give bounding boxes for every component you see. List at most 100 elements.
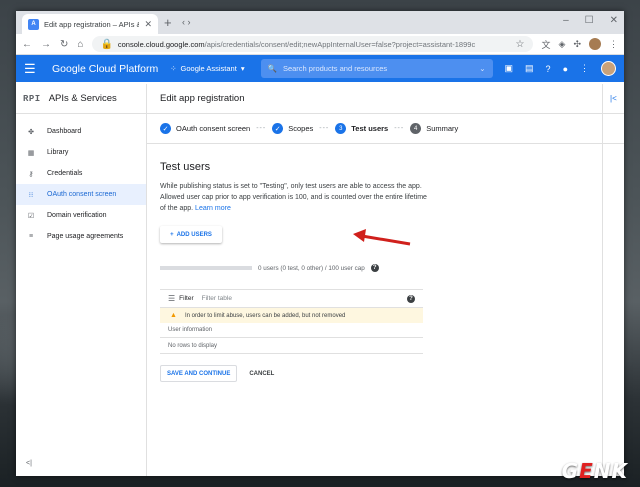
plus-icon: + bbox=[170, 231, 174, 238]
api-favicon-icon: A bbox=[28, 18, 39, 30]
check-icon: ✓ bbox=[272, 123, 284, 134]
url-text: console.cloud.google.com/apis/credential… bbox=[118, 40, 511, 49]
sidebar-item-label: Library bbox=[47, 149, 69, 156]
watermark-suffix: NK bbox=[593, 459, 628, 483]
add-users-button[interactable]: + ADD USERS bbox=[160, 226, 222, 243]
dashboard-icon: ✤ bbox=[28, 128, 34, 136]
step-number: 3 bbox=[335, 123, 347, 134]
menu-dots-icon[interactable]: ⋮ bbox=[609, 39, 618, 50]
window-controls: – ☐ ✕ bbox=[563, 15, 618, 26]
new-tab-icon[interactable]: + bbox=[164, 15, 172, 30]
help-icon[interactable]: ? bbox=[370, 264, 379, 272]
sidebar-title: APIs & Services bbox=[48, 93, 117, 104]
reload-icon[interactable]: ↻ bbox=[60, 39, 68, 50]
step-scopes[interactable]: ✓ Scopes bbox=[272, 123, 313, 134]
shield-icon[interactable]: ◈ bbox=[559, 39, 566, 50]
browser-tab[interactable]: A Edit app registration – APIs & Se... ✕ bbox=[22, 14, 158, 34]
cloud-shell-icon[interactable]: ▤ bbox=[525, 63, 534, 74]
hamburger-icon[interactable]: ☰ bbox=[24, 61, 46, 77]
quota-bar bbox=[160, 266, 252, 270]
sidebar-item-dashboard[interactable]: ✤ Dashboard bbox=[16, 121, 146, 142]
close-icon[interactable]: ✕ bbox=[144, 19, 152, 30]
puzzle-icon[interactable]: ✣ bbox=[573, 39, 581, 50]
check-icon: ✓ bbox=[160, 123, 171, 134]
search-icon: 🔍 bbox=[267, 64, 277, 73]
learn-more-link[interactable]: Learn more bbox=[195, 205, 231, 212]
account-avatar[interactable] bbox=[601, 61, 616, 76]
step-label: Scopes bbox=[288, 124, 314, 133]
notifications-icon[interactable]: ● bbox=[563, 64, 568, 74]
column-header[interactable]: User information bbox=[160, 323, 423, 338]
sidebar-item-label: OAuth consent screen bbox=[47, 191, 117, 198]
filter-label: Filter bbox=[179, 295, 194, 302]
api-logo: RPI bbox=[23, 93, 41, 104]
step-oauth-consent-screen[interactable]: ✓ OAuth consent screen bbox=[160, 123, 250, 134]
search-placeholder: Search products and resources bbox=[282, 64, 388, 73]
close-window-icon[interactable]: ✕ bbox=[610, 15, 618, 26]
consent-icon: ⁝⁝ bbox=[28, 191, 34, 199]
minimize-icon[interactable]: – bbox=[563, 15, 569, 26]
profile-avatar[interactable] bbox=[589, 38, 601, 50]
agreements-icon: ≡ bbox=[28, 233, 34, 240]
arrow-head bbox=[353, 229, 366, 242]
watermark-prefix: G bbox=[561, 459, 580, 483]
gcp-header: ☰ Google Cloud Platform ⁘ Google Assista… bbox=[16, 55, 624, 82]
key-icon: ⚷ bbox=[28, 170, 34, 178]
step-test-users[interactable]: 3 Test users bbox=[335, 123, 388, 134]
arrow-shaft bbox=[361, 234, 411, 246]
filter-icon: ☰ bbox=[168, 294, 176, 303]
sidebar-item-oauth-consent-screen[interactable]: ⁝⁝ OAuth consent screen bbox=[16, 184, 146, 205]
save-and-continue-button[interactable]: SAVE AND CONTINUE bbox=[160, 365, 238, 382]
sidebar-item-page-usage-agreements[interactable]: ≡ Page usage agreements bbox=[16, 226, 146, 247]
sidebar-item-label: Domain verification bbox=[47, 212, 107, 219]
star-icon[interactable]: ☆ bbox=[516, 39, 525, 50]
sidebar-item-label: Page usage agreements bbox=[47, 233, 124, 240]
tab-strip: A Edit app registration – APIs & Se... ✕… bbox=[16, 11, 624, 34]
sidebar-item-label: Credentials bbox=[47, 170, 83, 177]
sidebar-item-domain-verification[interactable]: ☑ Domain verification bbox=[16, 205, 146, 226]
forward-icon[interactable]: → bbox=[41, 39, 51, 50]
tab-title: Edit app registration – APIs & Se... bbox=[44, 19, 139, 29]
project-selector[interactable]: ⁘ Google Assistant ▾ bbox=[170, 64, 244, 73]
step-summary[interactable]: 4 Summary bbox=[410, 123, 458, 134]
test-users-section: Test users While publishing status is se… bbox=[147, 144, 624, 382]
project-name: Google Assistant bbox=[180, 64, 237, 73]
sidebar-item-credentials[interactable]: ⚷ Credentials bbox=[16, 163, 146, 184]
step-number: 4 bbox=[410, 123, 422, 134]
url-host: console.cloud.google.com bbox=[117, 39, 205, 49]
filter-input[interactable]: Filter table bbox=[202, 295, 403, 302]
sidebar-item-library[interactable]: ▦ Library bbox=[16, 142, 146, 163]
genk-watermark: GENK bbox=[562, 459, 628, 483]
step-label: Test users bbox=[351, 124, 389, 133]
expand-panel-icon[interactable]: |< bbox=[610, 94, 617, 103]
maximize-icon[interactable]: ☐ bbox=[585, 15, 594, 26]
sidebar-header: RPI APIs & Services bbox=[16, 84, 146, 114]
filter-bar: ☰ Filter Filter table ? bbox=[160, 290, 423, 308]
watermark-accent: E bbox=[579, 459, 594, 483]
stepper: ✓ OAuth consent screen --- ✓ Scopes --- … bbox=[147, 114, 624, 144]
table-help-icon[interactable]: ? bbox=[407, 294, 415, 303]
library-icon: ▦ bbox=[27, 149, 35, 157]
warning-text: In order to limit abuse, users can be ad… bbox=[184, 312, 346, 319]
tab-search-icon[interactable]: ‹ › bbox=[182, 17, 191, 27]
info-panel-strip: |< bbox=[602, 84, 624, 476]
url-path: /apis/credentials/consent/edit;newAppInt… bbox=[204, 39, 476, 49]
add-users-label: ADD USERS bbox=[176, 231, 212, 238]
gift-icon[interactable]: ▣ bbox=[505, 63, 514, 74]
sidebar: RPI APIs & Services ✤ Dashboard ▦ Librar… bbox=[16, 84, 147, 476]
back-icon[interactable]: ← bbox=[22, 39, 32, 50]
brand-title[interactable]: Google Cloud Platform bbox=[52, 63, 158, 75]
search-expand-icon[interactable]: ⌄ bbox=[479, 64, 485, 73]
collapse-sidebar-icon[interactable]: <| bbox=[26, 460, 32, 467]
header-icons: ▣ ▤ ? ● ⋮ bbox=[505, 61, 616, 76]
settings-dots-icon[interactable]: ⋮ bbox=[580, 63, 589, 74]
help-icon[interactable]: ? bbox=[546, 64, 551, 74]
chevron-down-icon: ▾ bbox=[240, 64, 245, 73]
url-input[interactable]: 🔒 console.cloud.google.com/apis/credenti… bbox=[92, 36, 533, 52]
search-input[interactable]: 🔍 Search products and resources ⌄ bbox=[260, 59, 493, 78]
home-icon[interactable]: ⌂ bbox=[77, 39, 83, 50]
cancel-button[interactable]: CANCEL bbox=[243, 365, 280, 382]
translate-icon[interactable]: 文 bbox=[542, 38, 551, 51]
user-quota: 0 users (0 test, 0 other) / 100 user cap… bbox=[160, 264, 611, 272]
section-title: Test users bbox=[160, 161, 211, 173]
